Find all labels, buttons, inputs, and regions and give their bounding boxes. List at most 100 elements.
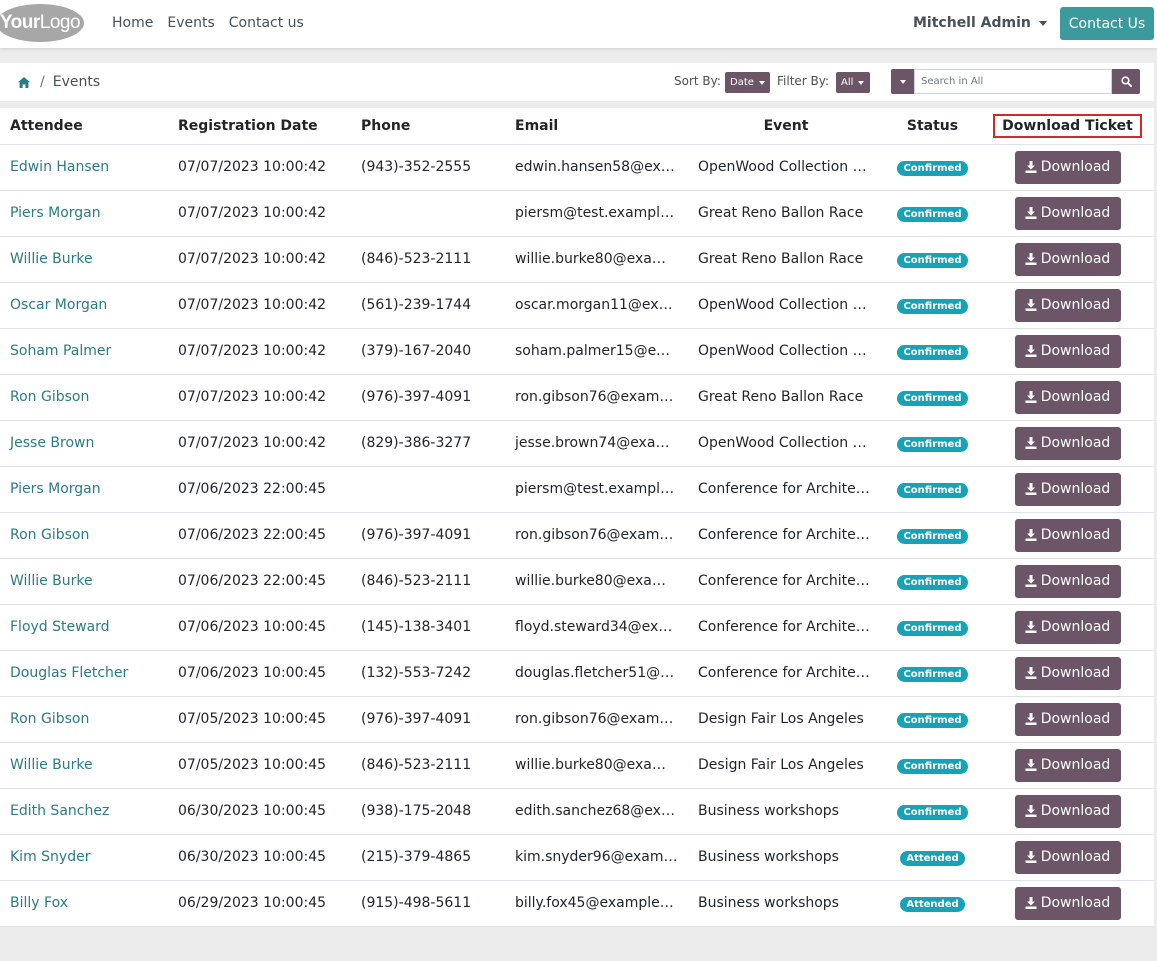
- column-header-attendee[interactable]: Attendee: [0, 108, 168, 145]
- status-badge: Confirmed: [897, 252, 968, 268]
- download-label: Download: [1040, 803, 1111, 819]
- download-button[interactable]: Download: [1014, 380, 1121, 414]
- email-cell: piersm@test.example.com: [505, 466, 688, 513]
- registration-date-cell: 07/07/2023 10:00:42: [168, 190, 351, 237]
- column-header-event[interactable]: Event: [688, 108, 884, 145]
- attendee-link[interactable]: Jesse Brown: [0, 420, 168, 467]
- status-badge: Confirmed: [897, 620, 968, 636]
- download-button[interactable]: Download: [1014, 840, 1121, 874]
- search-scope-dropdown[interactable]: [891, 69, 914, 94]
- table-header-row: Attendee Registration Date Phone Email E…: [0, 108, 1154, 145]
- download-label: Download: [1040, 527, 1111, 543]
- status-cell: Confirmed: [884, 742, 981, 789]
- email-cell: edwin.hansen58@example.com: [505, 144, 688, 191]
- download-button[interactable]: Download: [1014, 288, 1121, 322]
- download-icon: [1025, 391, 1037, 403]
- table-row: Jesse Brown 07/07/2023 10:00:42 (829)-386-…: [0, 420, 1154, 467]
- nav-contact-us[interactable]: Contact us: [229, 15, 304, 31]
- download-label: Download: [1040, 297, 1111, 313]
- attendee-link[interactable]: Ron Gibson: [0, 512, 168, 559]
- attendee-link[interactable]: Billy Fox: [0, 880, 168, 927]
- attendee-link[interactable]: Willie Burke: [0, 742, 168, 789]
- download-cell: Download: [981, 420, 1154, 467]
- download-button[interactable]: Download: [1014, 334, 1121, 368]
- status-cell: Confirmed: [884, 144, 981, 191]
- attendee-link[interactable]: Edwin Hansen: [0, 144, 168, 191]
- user-menu[interactable]: Mitchell Admin: [913, 15, 1047, 31]
- download-button[interactable]: Download: [1014, 656, 1121, 690]
- download-button[interactable]: Download: [1014, 472, 1121, 506]
- attendee-link[interactable]: Piers Morgan: [0, 466, 168, 513]
- event-cell: Design Fair Los Angeles: [688, 696, 884, 743]
- contact-us-button[interactable]: Contact Us: [1060, 7, 1154, 40]
- home-icon[interactable]: [18, 76, 30, 88]
- download-button[interactable]: Download: [1014, 886, 1121, 920]
- phone-cell: (846)-523-2111: [351, 558, 505, 605]
- phone-cell: (132)-553-7242: [351, 650, 505, 697]
- download-button[interactable]: Download: [1014, 426, 1121, 460]
- nav-home[interactable]: Home: [112, 15, 153, 31]
- search-input[interactable]: [914, 69, 1112, 94]
- download-label: Download: [1040, 665, 1111, 681]
- user-name: Mitchell Admin: [913, 15, 1031, 31]
- status-badge: Confirmed: [897, 528, 968, 544]
- status-badge: Confirmed: [897, 206, 968, 222]
- download-button[interactable]: Download: [1014, 196, 1121, 230]
- download-cell: Download: [981, 282, 1154, 329]
- registration-date-cell: 07/06/2023 22:00:45: [168, 558, 351, 605]
- column-header-phone[interactable]: Phone: [351, 108, 505, 145]
- download-button[interactable]: Download: [1014, 748, 1121, 782]
- download-cell: Download: [981, 834, 1154, 881]
- download-button[interactable]: Download: [1014, 794, 1121, 828]
- column-header-email[interactable]: Email: [505, 108, 688, 145]
- download-label: Download: [1040, 573, 1111, 589]
- filter-value: All: [841, 77, 854, 88]
- column-header-registration-date[interactable]: Registration Date: [168, 108, 351, 145]
- sort-dropdown[interactable]: Date: [725, 72, 770, 93]
- nav-events[interactable]: Events: [167, 15, 214, 31]
- phone-cell: (915)-498-5611: [351, 880, 505, 927]
- attendee-link[interactable]: Soham Palmer: [0, 328, 168, 375]
- status-badge: Confirmed: [897, 436, 968, 452]
- download-button[interactable]: Download: [1014, 518, 1121, 552]
- logo[interactable]: Your Logo: [0, 4, 84, 42]
- email-cell: ron.gibson76@example.com: [505, 512, 688, 559]
- column-header-status[interactable]: Status: [884, 108, 981, 145]
- search-button[interactable]: [1112, 69, 1140, 94]
- status-cell: Confirmed: [884, 236, 981, 283]
- attendee-link[interactable]: Kim Snyder: [0, 834, 168, 881]
- table-row: Billy Fox 06/29/2023 10:00:45 (915)-498-56…: [0, 880, 1154, 927]
- phone-cell: (846)-523-2111: [351, 742, 505, 789]
- filter-dropdown[interactable]: All: [836, 72, 870, 93]
- table-row: Ron Gibson 07/07/2023 10:00:42 (976)-397-4…: [0, 374, 1154, 421]
- attendee-link[interactable]: Ron Gibson: [0, 374, 168, 421]
- status-badge: Confirmed: [897, 574, 968, 590]
- attendee-link[interactable]: Oscar Morgan: [0, 282, 168, 329]
- attendee-link[interactable]: Willie Burke: [0, 558, 168, 605]
- download-button[interactable]: Download: [1014, 150, 1121, 184]
- download-button[interactable]: Download: [1014, 242, 1121, 276]
- download-icon: [1025, 299, 1037, 311]
- table-row: Willie Burke 07/07/2023 10:00:42 (846)-523…: [0, 236, 1154, 283]
- download-icon: [1025, 207, 1037, 219]
- attendee-link[interactable]: Ron Gibson: [0, 696, 168, 743]
- download-button[interactable]: Download: [1014, 564, 1121, 598]
- attendee-link[interactable]: Piers Morgan: [0, 190, 168, 237]
- download-label: Download: [1040, 205, 1111, 221]
- attendee-link[interactable]: Willie Burke: [0, 236, 168, 283]
- attendees-table: Attendee Registration Date Phone Email E…: [0, 108, 1154, 927]
- download-button[interactable]: Download: [1014, 610, 1121, 644]
- phone-cell: (145)-138-3401: [351, 604, 505, 651]
- status-cell: Confirmed: [884, 374, 981, 421]
- attendee-link[interactable]: Douglas Fletcher: [0, 650, 168, 697]
- status-cell: Confirmed: [884, 282, 981, 329]
- download-label: Download: [1040, 251, 1111, 267]
- table-row: Willie Burke 07/05/2023 10:00:45 (846)-523…: [0, 742, 1154, 789]
- email-cell: willie.burke80@example.com: [505, 236, 688, 283]
- caret-down-icon: [1038, 20, 1047, 26]
- attendee-link[interactable]: Edith Sanchez: [0, 788, 168, 835]
- download-icon: [1025, 621, 1037, 633]
- registration-date-cell: 06/30/2023 10:00:45: [168, 788, 351, 835]
- download-button[interactable]: Download: [1014, 702, 1121, 736]
- attendee-link[interactable]: Floyd Steward: [0, 604, 168, 651]
